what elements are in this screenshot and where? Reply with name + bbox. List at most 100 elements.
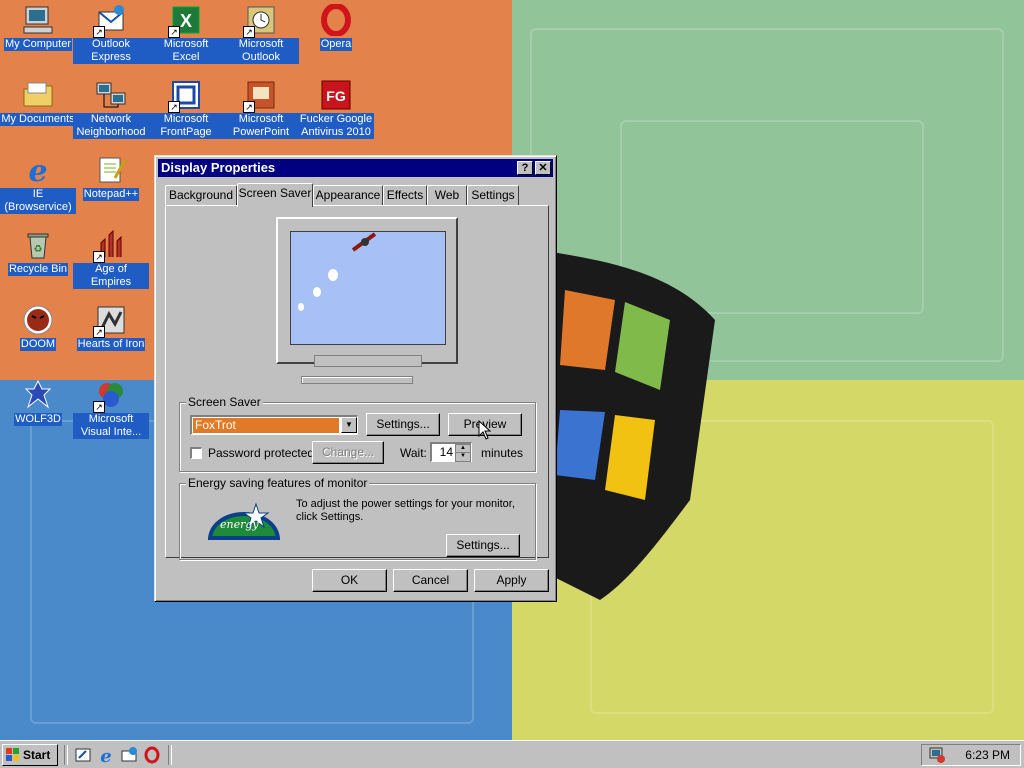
age-of-empires-icon: ↗ [93, 229, 127, 263]
opera-icon [320, 3, 352, 37]
energy-group: Energy saving features of monitor energy… [179, 476, 536, 560]
desktop-icon-outlook-express[interactable]: ↗ Outlook Express [73, 4, 149, 64]
desktop-icon-microsoft-visual-interdev[interactable]: ↗ Microsoft Visual Inte... [73, 379, 149, 439]
tab-screen-saver[interactable]: Screen Saver [237, 183, 313, 207]
cancel-button[interactable]: Cancel [393, 569, 468, 592]
outlook-icon: ↗ [243, 4, 277, 38]
monitor-stand [314, 355, 422, 367]
frontpage-icon: ↗ [168, 79, 202, 113]
svg-text:X: X [180, 11, 192, 31]
help-button[interactable]: ? [517, 161, 533, 175]
desktop-icon-label: Outlook Express [73, 38, 149, 64]
window-titlebar[interactable]: Display Properties ? ✕ [158, 159, 553, 177]
desktop-icon-wolf3d[interactable]: WOLF3D [0, 379, 76, 426]
shortcut-arrow-icon: ↗ [243, 26, 255, 38]
svg-text:e: e [100, 746, 111, 764]
wolf3d-icon [22, 379, 54, 411]
show-desktop-icon[interactable] [74, 746, 92, 764]
wait-minutes-spinner[interactable]: 14 ▲ ▼ [430, 442, 472, 462]
desktop-icon-opera[interactable]: Opera [298, 3, 374, 51]
screensaver-preview-graphic [298, 232, 377, 311]
notepad-icon [95, 154, 127, 186]
desktop-icon-age-of-empires[interactable]: ↗ Age of Empires [73, 229, 149, 289]
desktop-icon-label: Opera [319, 38, 353, 51]
folder-icon [22, 79, 54, 111]
desktop-icon-notepad-plus-plus[interactable]: Notepad++ [73, 154, 149, 201]
network-icon [95, 79, 127, 111]
taskbar-divider [168, 745, 172, 765]
excel-icon: X ↗ [168, 4, 202, 38]
screensaver-selected-value: FoxTrot [193, 418, 339, 433]
tab-effects[interactable]: Effects [383, 185, 427, 205]
shortcut-arrow-icon: ↗ [93, 26, 105, 38]
desktop-icon-label: Microsoft PowerPoint [223, 113, 299, 139]
internet-explorer-quicklaunch-icon[interactable]: e [97, 746, 115, 767]
monitor-preview [276, 217, 458, 367]
window-title: Display Properties [161, 160, 276, 175]
outlook-express-quicklaunch-icon[interactable] [120, 746, 138, 764]
start-label: Start [23, 748, 51, 762]
tab-settings[interactable]: Settings [467, 185, 519, 205]
desktop-icon-label: Age of Empires [73, 263, 149, 289]
desktop-icon-network-neighborhood[interactable]: Network Neighborhood [73, 79, 149, 139]
desktop-icon-label: Notepad++ [82, 188, 140, 201]
tab-appearance[interactable]: Appearance [313, 185, 383, 205]
desktop-icon-label: Microsoft Visual Inte... [73, 413, 149, 439]
minutes-label: minutes [481, 446, 524, 460]
desktop-icon-ie[interactable]: e IE (Browservice) [0, 154, 76, 214]
energy-logo-text: energy [220, 518, 259, 531]
opera-quicklaunch-icon[interactable] [143, 746, 161, 764]
desktop-icon-fucker-google-antivirus[interactable]: FG Fucker Google Antivirus 2010 [298, 79, 374, 139]
shortcut-arrow-icon: ↗ [168, 101, 180, 113]
shortcut-arrow-icon: ↗ [93, 326, 105, 338]
desktop-icon-microsoft-outlook[interactable]: ↗ Microsoft Outlook [223, 4, 299, 64]
clock[interactable]: 6:23 PM [965, 748, 1010, 762]
spinner-down-icon[interactable]: ▼ [455, 452, 471, 462]
energy-group-title: Energy saving features of monitor [186, 476, 370, 490]
close-button[interactable]: ✕ [535, 161, 551, 175]
energy-description: To adjust the power settings for your mo… [296, 498, 515, 523]
desktop-icon-hearts-of-iron[interactable]: ↗ Hearts of Iron [73, 304, 149, 351]
tab-web[interactable]: Web [427, 185, 467, 205]
desktop-icon-recycle-bin[interactable]: ♻ Recycle Bin [0, 229, 76, 276]
desktop-icon-microsoft-frontpage[interactable]: ↗ Microsoft FrontPage [148, 79, 224, 139]
desktop-icon-label: Network Neighborhood [73, 113, 149, 139]
system-tray: 6:23 PM [921, 744, 1021, 766]
desktop-icon-label: Microsoft Excel [148, 38, 224, 64]
display-settings-tray-icon[interactable] [928, 746, 946, 764]
desktop-icon-microsoft-excel[interactable]: X ↗ Microsoft Excel [148, 4, 224, 64]
svg-text:e: e [28, 154, 47, 186]
screensaver-preview-screen [290, 231, 446, 345]
outlook-express-icon: ↗ [93, 4, 127, 38]
svg-text:♻: ♻ [34, 244, 43, 255]
desktop-icon-label: Microsoft FrontPage [148, 113, 224, 139]
visual-interdev-icon: ↗ [93, 379, 127, 413]
screensaver-settings-button[interactable]: Settings... [366, 413, 440, 436]
wait-minutes-value: 14 [439, 445, 453, 459]
svg-text:FG: FG [326, 88, 346, 104]
desktop-icon-my-computer[interactable]: My Computer [0, 4, 76, 51]
apply-button[interactable]: Apply [474, 569, 549, 592]
screensaver-group-title: Screen Saver [186, 395, 263, 409]
start-button[interactable]: Start [2, 744, 58, 766]
change-password-button[interactable]: Change... [312, 441, 384, 464]
powerpoint-icon: ↗ [243, 79, 277, 113]
desktop-icon-label: Hearts of Iron [76, 338, 146, 351]
recycle-bin-icon: ♻ [22, 229, 54, 261]
desktop-icon-microsoft-powerpoint[interactable]: ↗ Microsoft PowerPoint [223, 79, 299, 139]
energy-settings-button[interactable]: Settings... [446, 534, 520, 557]
antivirus-icon: FG [320, 79, 352, 111]
desktop-icon-my-documents[interactable]: My Documents [0, 79, 76, 126]
password-checkbox[interactable] [190, 447, 202, 459]
desktop-icon-label: DOOM [19, 338, 57, 351]
ok-button[interactable]: OK [312, 569, 387, 592]
desktop-icon-doom[interactable]: DOOM [0, 304, 76, 351]
chevron-down-icon[interactable]: ▼ [341, 417, 357, 433]
screensaver-select[interactable]: FoxTrot ▼ [190, 415, 358, 435]
tab-background[interactable]: Background [165, 185, 237, 205]
tab-panel-screen-saver: Screen Saver FoxTrot ▼ Settings... Previ… [165, 205, 549, 560]
desktop-icon-label: My Computer [3, 38, 73, 51]
desktop-icon-label: Recycle Bin [7, 263, 69, 276]
taskbar: Start e 6:23 PM [0, 740, 1024, 768]
display-properties-window: Display Properties ? ✕ Background Screen… [154, 155, 557, 602]
